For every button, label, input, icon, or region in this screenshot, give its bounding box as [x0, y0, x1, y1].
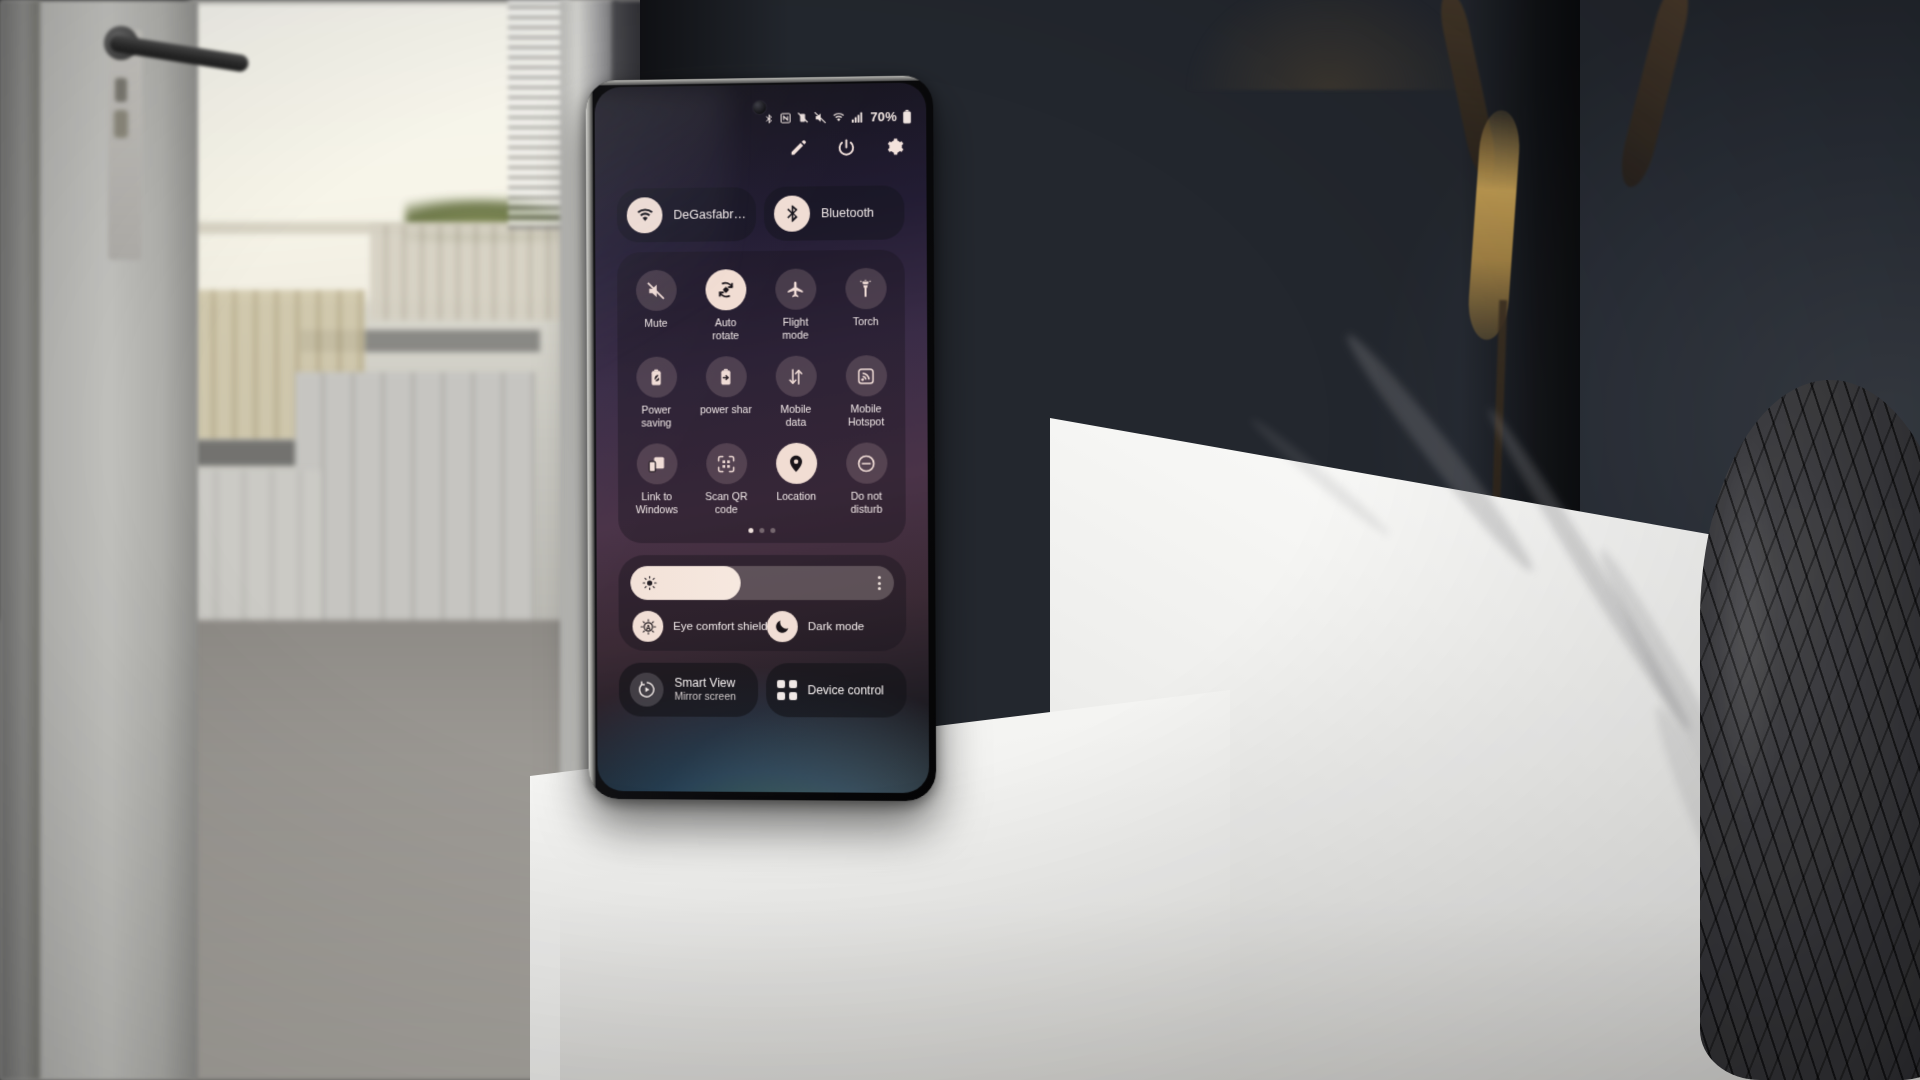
quick-settings-header: [789, 137, 905, 158]
brightness-slider[interactable]: [630, 565, 895, 601]
tile-auto-rotate[interactable]: Auto rotate: [691, 269, 761, 343]
location-pin-icon: [775, 442, 817, 484]
do-not-disturb-icon: [845, 442, 887, 484]
smart-view-title: Smart View: [674, 675, 736, 690]
tile-label: Mobile data: [780, 403, 812, 429]
tile-label: power shar: [700, 404, 752, 417]
smart-view-tile[interactable]: Smart View Mirror screen: [618, 662, 759, 717]
phone-screen[interactable]: 70% DeGasfabriek18 Bluetooth Mute Auto r…: [594, 82, 930, 794]
tile-mobile-hotspot[interactable]: Mobile Hotspot: [831, 355, 902, 429]
tile-label: Link to Windows: [635, 491, 678, 516]
hotspot-icon: [845, 355, 887, 397]
eye-comfort-shield-icon: A: [632, 610, 664, 642]
quick-tiles-card: Mute Auto rotate Flight mode Torch Power…: [617, 249, 906, 544]
eye-comfort-shield-label: Eye comfort shield: [673, 620, 768, 633]
tile-flight-mode[interactable]: Flight mode: [760, 268, 830, 342]
gear-icon[interactable]: [885, 137, 904, 156]
tile-torch[interactable]: Torch: [830, 267, 901, 342]
brightness-icon: [642, 576, 657, 591]
power-saving-icon: [635, 356, 677, 398]
tile-label: Do not disturb: [850, 490, 883, 516]
page-dot-2[interactable]: [758, 527, 764, 534]
tile-label: Auto rotate: [712, 317, 740, 342]
tile-label: Scan QR code: [705, 491, 748, 516]
bluetooth-tile[interactable]: Bluetooth: [763, 185, 905, 241]
pencil-icon[interactable]: [789, 138, 808, 157]
moon-icon: [766, 611, 798, 643]
tile-label: Power saving: [641, 404, 672, 430]
connectivity-row: DeGasfabriek18 Bluetooth: [595, 185, 927, 243]
auto-rotate-icon: [704, 269, 746, 311]
signal-bars-icon: [852, 112, 863, 123]
more-options-icon[interactable]: [877, 575, 881, 591]
power-share-icon: [705, 356, 747, 398]
page-indicator: [622, 527, 902, 534]
status-bar: 70%: [764, 109, 912, 126]
smart-view-subtitle: Mirror screen: [674, 690, 737, 703]
tile-label: Location: [776, 490, 817, 503]
vibrate-off-icon: [797, 111, 809, 124]
quick-tiles-grid: Mute Auto rotate Flight mode Torch Power…: [621, 267, 902, 517]
smart-view-text: Smart View Mirror screen: [674, 676, 736, 704]
link-to-windows-icon: [636, 443, 678, 485]
tile-label: Mute: [644, 317, 668, 330]
battery-icon: [903, 109, 911, 124]
bluetooth-label: Bluetooth: [821, 205, 875, 221]
bluetooth-icon: [766, 113, 772, 123]
door-keyhole-lower: [114, 110, 128, 138]
quick-settings-panel: DeGasfabriek18 Bluetooth Mute Auto rotat…: [595, 165, 929, 793]
decorative-vase: [1700, 380, 1920, 1080]
nfc-icon: [780, 112, 791, 124]
brightness-card: A Eye comfort shield Dark mode: [618, 554, 907, 652]
wifi-tile[interactable]: DeGasfabriek18: [616, 187, 757, 243]
dark-mode-label: Dark mode: [807, 620, 865, 633]
tile-label: Flight mode: [782, 316, 809, 342]
vase-highlight: [1710, 420, 1780, 840]
tile-do-not-disturb[interactable]: Do not disturb: [831, 442, 902, 515]
device-control-title: Device control: [807, 682, 884, 697]
bluetooth-icon: [773, 195, 811, 232]
tile-power-saving[interactable]: Power saving: [621, 356, 691, 429]
wifi-icon: [626, 197, 663, 234]
page-dot-3[interactable]: [769, 527, 775, 533]
tile-link-to-windows[interactable]: Link to Windows: [622, 443, 692, 516]
page-dot-1[interactable]: [747, 528, 753, 534]
tile-scan-qr-code[interactable]: Scan QR code: [691, 443, 761, 516]
tile-power-share[interactable]: power shar: [691, 356, 761, 429]
pampas-grass: [1180, 0, 1480, 90]
device-control-tile[interactable]: Device control: [765, 663, 907, 718]
smartphone: 70% DeGasfabriek18 Bluetooth Mute Auto r…: [585, 75, 937, 802]
dark-mode-tile[interactable]: Dark mode: [766, 611, 892, 643]
display-modes-row: A Eye comfort shield Dark mode: [630, 610, 894, 643]
tile-label: Mobile Hotspot: [847, 403, 885, 429]
svg-text:A: A: [645, 624, 650, 631]
device-control-icon: [777, 680, 797, 700]
battery-percentage: 70%: [870, 109, 898, 125]
airplane-icon: [774, 268, 816, 310]
wifi-icon: [833, 112, 845, 122]
door-keyhole: [115, 78, 127, 102]
power-icon[interactable]: [837, 138, 856, 157]
eye-comfort-shield-tile[interactable]: A Eye comfort shield: [632, 610, 767, 642]
bottom-actions-row: Smart View Mirror screen Device control: [597, 662, 929, 718]
mute-icon: [814, 111, 827, 124]
door-lock-plate: [108, 30, 142, 260]
qr-scan-icon: [705, 443, 747, 485]
tile-label: Torch: [852, 316, 879, 329]
flashlight-icon: [844, 267, 887, 310]
mobile-data-icon: [775, 355, 817, 397]
wifi-network-name: DeGasfabriek18: [673, 207, 747, 222]
mute-icon: [635, 269, 677, 312]
smart-view-icon: [629, 672, 664, 707]
door-stile: [0, 0, 40, 1080]
photo-scene: 70% DeGasfabriek18 Bluetooth Mute Auto r…: [0, 0, 1920, 1080]
tile-mute[interactable]: Mute: [621, 269, 691, 343]
tile-mobile-data[interactable]: Mobile data: [761, 355, 831, 429]
tile-location[interactable]: Location: [761, 442, 831, 516]
